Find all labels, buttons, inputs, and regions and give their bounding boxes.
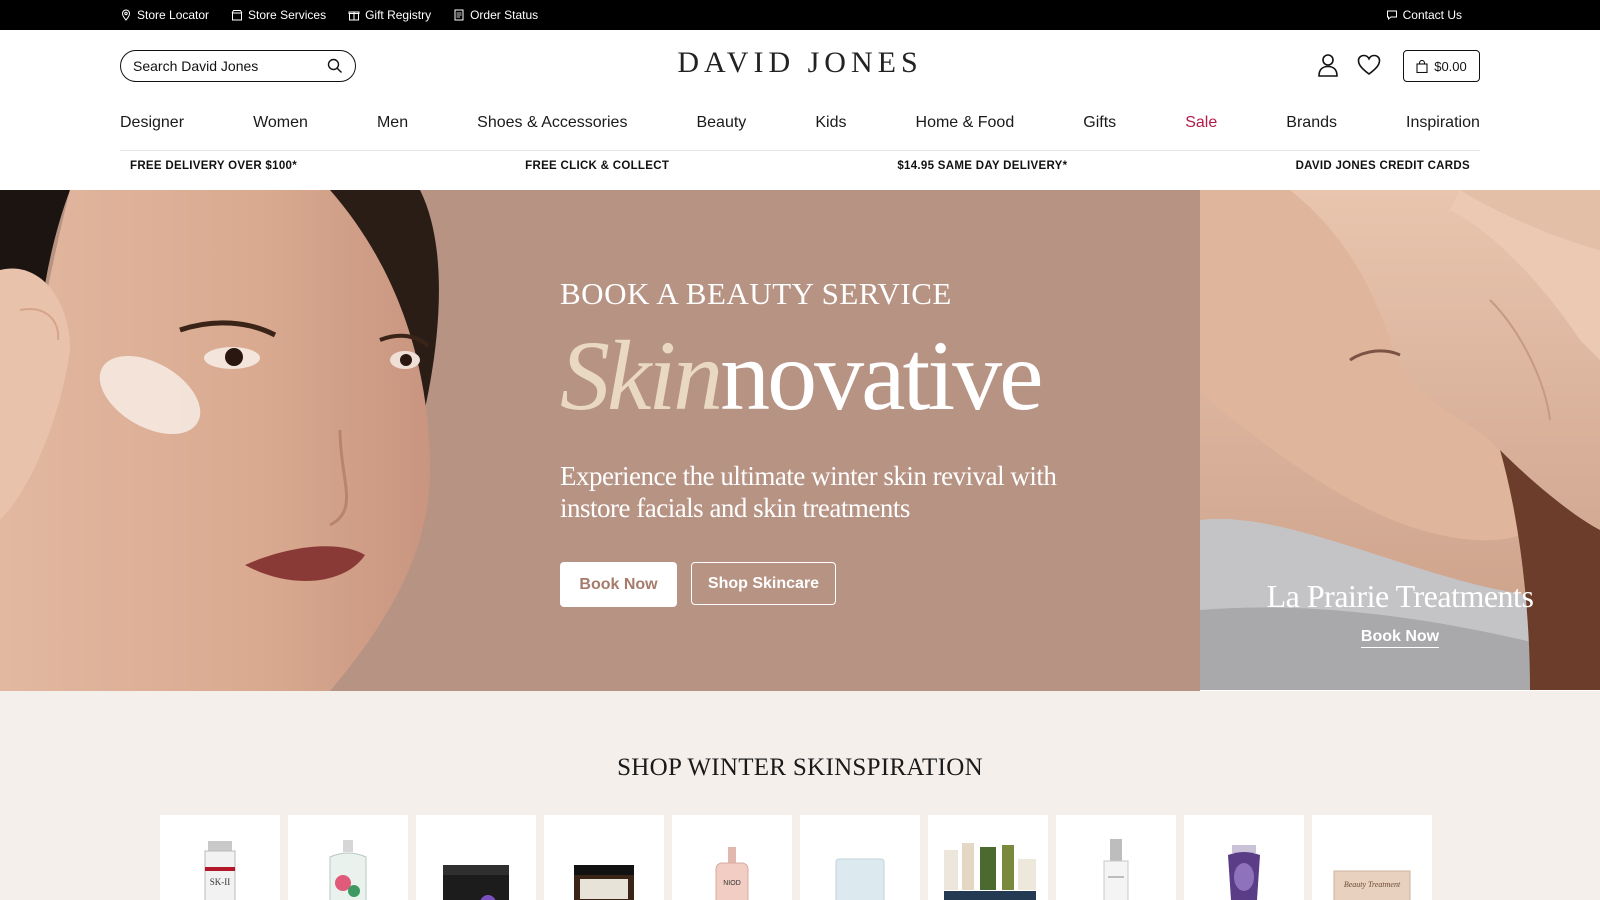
hero-model-image (0, 190, 470, 691)
receipt-icon (454, 9, 464, 21)
promo-credit-cards[interactable]: DAVID JONES CREDIT CARDS (1296, 160, 1470, 180)
store-locator-link[interactable]: Store Locator (120, 8, 209, 22)
contact-us-label: Contact Us (1402, 8, 1462, 22)
contact-us-link[interactable]: Contact Us (1386, 8, 1462, 22)
nav-item-gifts[interactable]: Gifts (1083, 114, 1116, 150)
la-prairie-link-wrap: Book Now (1200, 628, 1600, 648)
skii-bottle-image: SK-II (204, 841, 236, 900)
facial-treatment-image (1200, 190, 1600, 690)
gift-icon (348, 11, 360, 21)
store-services-label: Store Services (248, 8, 327, 22)
nav-divider (120, 150, 1480, 151)
amber-jar-image (574, 865, 634, 900)
niod-label: NIOD (723, 880, 741, 887)
product-tile-2[interactable] (288, 815, 408, 900)
nav-item-men[interactable]: Men (377, 114, 408, 150)
product-tile-9[interactable] (1184, 815, 1304, 900)
cart-button[interactable]: $0.00 (1403, 50, 1480, 82)
hero-eyebrow: BOOK A BEAUTY SERVICE (560, 276, 952, 311)
promo-strip: FREE DELIVERY OVER $100* FREE CLICK & CO… (130, 160, 1470, 180)
product-tile-skii[interactable]: SK-II (160, 815, 280, 900)
book-now-button[interactable]: Book Now (560, 562, 677, 607)
skii-label: SK-II (210, 877, 231, 887)
nav-item-brands[interactable]: Brands (1286, 114, 1337, 150)
purple-bottle-image (1228, 845, 1260, 900)
nav-item-beauty[interactable]: Beauty (696, 114, 746, 150)
hero-title-novative: novative (720, 320, 1043, 431)
utility-links: Store Locator Store Services Gift Regist… (120, 0, 538, 30)
promo-same-day-delivery[interactable]: $14.95 SAME DAY DELIVERY* (897, 160, 1067, 180)
dark-jar-image (443, 865, 509, 900)
hero-title: Skinnovative (560, 326, 1080, 426)
promo-click-collect[interactable]: FREE CLICK & COLLECT (525, 160, 669, 180)
shopping-bag-icon (1416, 59, 1428, 73)
nav-item-women[interactable]: Women (253, 114, 308, 150)
hero-buttons: Book Now Shop Skincare (560, 562, 1080, 607)
la-prairie-title: La Prairie Treatments (1266, 578, 1534, 614)
product-tile-7[interactable] (928, 815, 1048, 900)
promo-free-delivery[interactable]: FREE DELIVERY OVER $100* (130, 160, 297, 180)
nav-item-kids[interactable]: Kids (815, 114, 846, 150)
location-pin-icon (121, 9, 131, 21)
gift-registry-link[interactable]: Gift Registry (348, 8, 431, 22)
blue-jar-image (835, 858, 885, 900)
main-nav: Designer Women Men Shoes & Accessories B… (120, 114, 1480, 150)
la-prairie-panel[interactable]: La Prairie Treatments Book Now (1200, 190, 1600, 690)
order-status-label: Order Status (470, 8, 539, 22)
nav-item-inspiration[interactable]: Inspiration (1406, 114, 1480, 150)
nav-item-home-food[interactable]: Home & Food (916, 114, 1015, 150)
cart-total: $0.00 (1434, 58, 1467, 74)
utility-bar: Store Locator Store Services Gift Regist… (0, 0, 1600, 30)
hero-title-skin: Skin (560, 320, 723, 431)
serum-bottle-image (1103, 839, 1129, 900)
product-tile-6[interactable] (800, 815, 920, 900)
skinspiration-section: SHOP WINTER SKINSPIRATION SK-II NIOD Bea… (0, 691, 1600, 900)
shop-skincare-button[interactable]: Shop Skincare (691, 562, 836, 605)
nav-item-sale[interactable]: Sale (1185, 114, 1217, 150)
store-locator-label: Store Locator (137, 8, 210, 22)
product-tile-4[interactable] (544, 815, 664, 900)
la-prairie-book-now-link[interactable]: Book Now (1360, 628, 1440, 648)
product-tiles: SK-II NIOD Beauty Treatment (160, 815, 1432, 900)
store-icon (231, 10, 243, 21)
order-status-link[interactable]: Order Status (453, 8, 538, 22)
gift-registry-label: Gift Registry (365, 8, 432, 22)
hero-subtitle: Experience the ultimate winter skin revi… (560, 461, 1057, 523)
chat-bubble-icon (1386, 10, 1397, 21)
hero-content: BOOK A BEAUTY SERVICE Skinnovative Exper… (560, 276, 1080, 607)
store-services-link[interactable]: Store Services (231, 8, 326, 22)
nav-item-shoes-accessories[interactable]: Shoes & Accessories (477, 114, 627, 150)
beauty-treatment-label: Beauty Treatment (1344, 880, 1401, 889)
heart-icon[interactable] (1357, 54, 1381, 76)
floral-bottle-image (329, 840, 367, 900)
nav-item-designer[interactable]: Designer (120, 114, 184, 150)
account-icon[interactable] (1317, 53, 1339, 77)
skincare-set-image (944, 843, 1036, 900)
product-tile-niod[interactable]: NIOD (672, 815, 792, 900)
product-tile-8[interactable] (1056, 815, 1176, 900)
hero-banner[interactable]: BOOK A BEAUTY SERVICE Skinnovative Exper… (0, 190, 1200, 691)
product-tile-3[interactable] (416, 815, 536, 900)
skinspiration-title: SHOP WINTER SKINSPIRATION (617, 754, 983, 781)
niod-dropper-image: NIOD (715, 847, 749, 900)
product-tile-beauty-treatment[interactable]: Beauty Treatment (1312, 815, 1432, 900)
beauty-treatment-box-image: Beauty Treatment (1333, 870, 1411, 900)
